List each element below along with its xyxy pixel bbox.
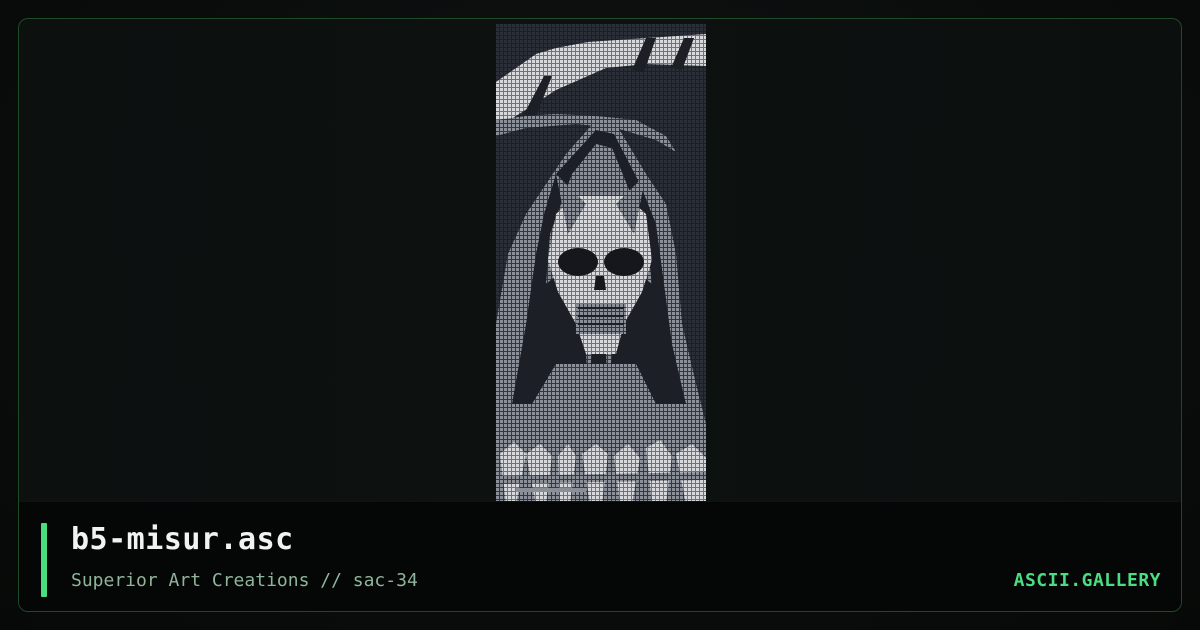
ascii-art-preview: [496, 24, 706, 506]
artwork-subtitle: Superior Art Creations // sac-34: [71, 570, 418, 591]
card-frame: b5-misur.asc Superior Art Creations // s…: [18, 18, 1182, 612]
artwork-title: b5-misur.asc: [71, 522, 294, 557]
card-footer: b5-misur.asc Superior Art Creations // s…: [19, 501, 1181, 611]
accent-bar: [41, 523, 47, 597]
og-card-page: b5-misur.asc Superior Art Creations // s…: [0, 0, 1200, 630]
ascii-art-reaper-icon: [496, 24, 706, 506]
site-brand[interactable]: ASCII.GALLERY: [1014, 570, 1161, 591]
